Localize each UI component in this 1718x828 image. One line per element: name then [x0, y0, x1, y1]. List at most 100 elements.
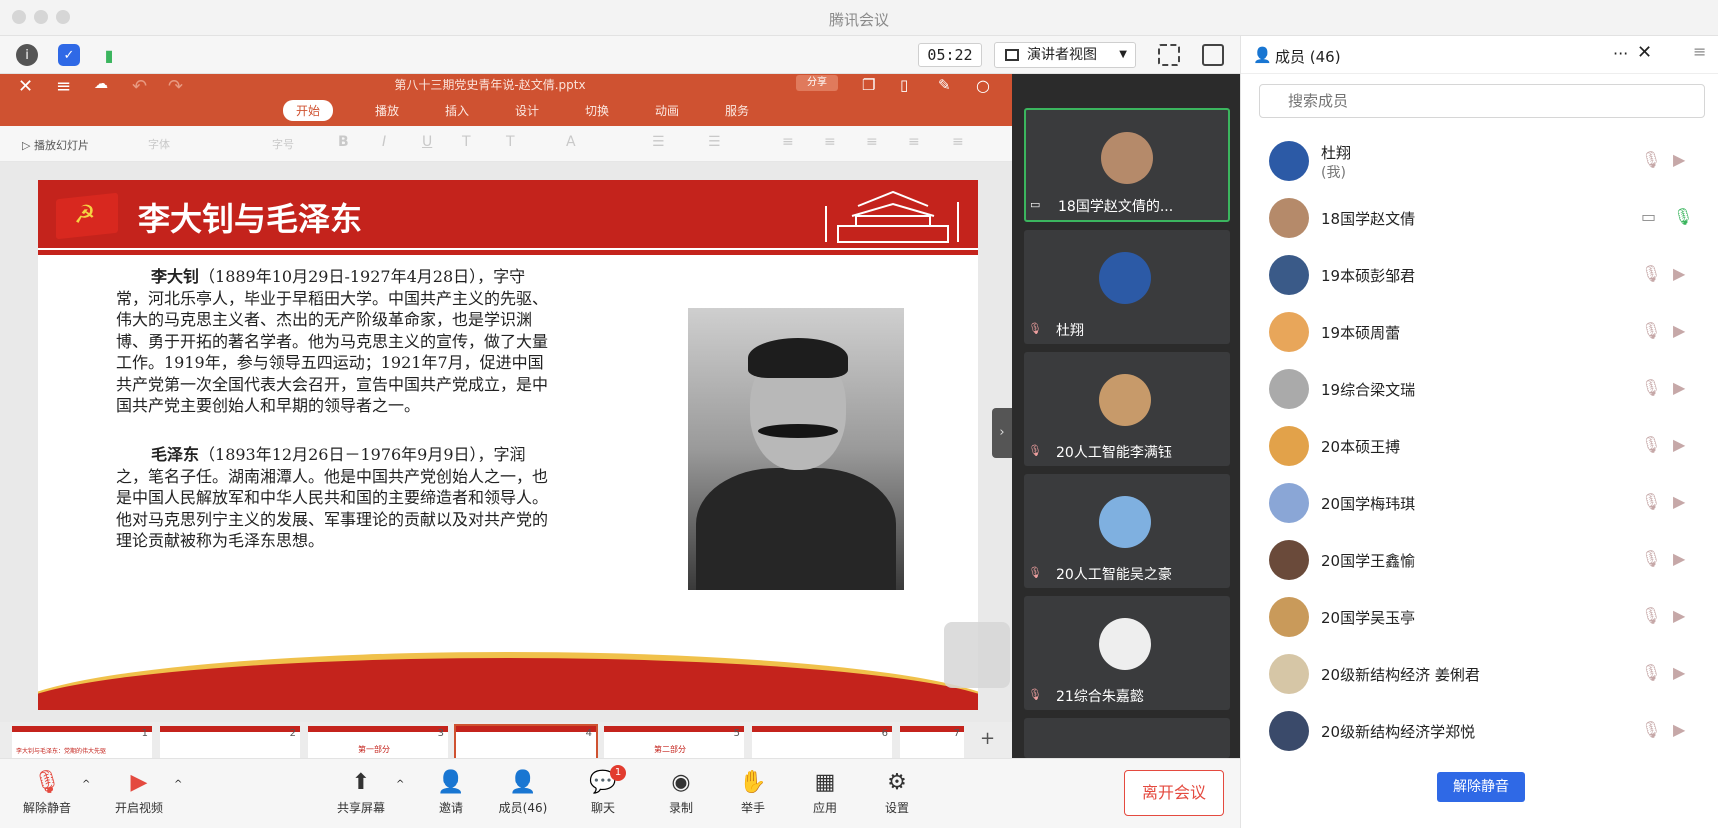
camera-off-icon[interactable]: ▶: [1673, 435, 1685, 454]
tab-transition[interactable]: 切换: [563, 100, 631, 121]
member-row[interactable]: 18国学赵文倩 ▭ 🎙: [1241, 189, 1718, 246]
unmute-all-button[interactable]: 解除静音: [1437, 772, 1525, 802]
mic-muted-icon[interactable]: 🎙: [1641, 720, 1661, 739]
view-mode-dropdown[interactable]: 演讲者视图 ▼: [994, 42, 1136, 68]
record-button[interactable]: ◉ 录制: [646, 769, 716, 816]
mic-on-icon[interactable]: 🎙: [1673, 207, 1693, 226]
play-slideshow-button[interactable]: ▷ 播放幻灯片: [22, 137, 89, 153]
member-row[interactable]: 20国学吴玉亭 🎙 ▶: [1241, 588, 1718, 645]
chevron-up-icon[interactable]: ^: [82, 779, 90, 790]
mic-muted-icon[interactable]: 🎙: [1641, 492, 1661, 511]
chevron-up-icon[interactable]: ^: [174, 779, 182, 790]
member-row[interactable]: 20国学王鑫愉 🎙 ▶: [1241, 531, 1718, 588]
bold-icon[interactable]: B: [338, 134, 349, 150]
slide-thumbnail[interactable]: 6: [752, 726, 892, 758]
video-tile[interactable]: 🎙 21综合朱嘉懿: [1024, 596, 1230, 710]
italic-icon[interactable]: I: [382, 134, 386, 150]
distribute-icon[interactable]: ≡: [952, 134, 964, 150]
tab-play[interactable]: 播放: [353, 100, 421, 121]
signal-icon[interactable]: ▮: [98, 44, 120, 66]
chat-button[interactable]: 💬 1 聊天: [568, 765, 638, 816]
member-row[interactable]: 19本硕彭邹君 🎙 ▶: [1241, 246, 1718, 303]
share-screen-button[interactable]: ⬆ 共享屏幕: [326, 769, 396, 816]
tab-animation[interactable]: 动画: [633, 100, 701, 121]
font-size-field[interactable]: 字号: [272, 136, 294, 152]
align-right-icon[interactable]: ≡: [866, 134, 878, 150]
camera-off-icon[interactable]: ▶: [1673, 492, 1685, 511]
underline-icon[interactable]: U: [422, 134, 432, 150]
mic-muted-icon[interactable]: 🎙: [1641, 435, 1661, 454]
text-style-icon[interactable]: T: [462, 134, 471, 150]
screen-share-icon[interactable]: ▭: [1641, 207, 1656, 226]
tab-start[interactable]: 开始: [283, 100, 333, 121]
mic-muted-icon[interactable]: 🎙: [1641, 549, 1661, 568]
camera-off-icon[interactable]: ▶: [1673, 321, 1685, 340]
slide-thumbnail[interactable]: 2: [160, 726, 300, 758]
slide-thumbnail[interactable]: 7: [900, 726, 964, 758]
member-row[interactable]: 20国学梅玮琪 🎙 ▶: [1241, 474, 1718, 531]
member-row[interactable]: 20级新结构经济学郑悦 🎙 ▶: [1241, 702, 1718, 759]
camera-off-icon[interactable]: ▶: [1673, 606, 1685, 625]
add-slide-icon[interactable]: +: [980, 728, 995, 749]
pen-icon[interactable]: ✎: [938, 76, 951, 94]
invite-button[interactable]: 👤 邀请: [416, 769, 486, 816]
video-tile[interactable]: ▭ 18国学赵文倩的...: [1024, 108, 1230, 222]
bullet-list-icon[interactable]: ☰: [652, 134, 665, 150]
start-video-button[interactable]: ▶ 开启视频: [104, 769, 174, 816]
mic-muted-icon[interactable]: 🎙: [1641, 378, 1661, 397]
mic-muted-icon[interactable]: 🎙: [1641, 150, 1661, 169]
member-row[interactable]: 20级新结构经济 姜俐君 🎙 ▶: [1241, 645, 1718, 702]
chevron-up-icon[interactable]: ^: [396, 779, 404, 790]
floating-assist-button[interactable]: [944, 622, 1010, 688]
members-button[interactable]: 👤 成员(46): [488, 769, 558, 816]
align-left-icon[interactable]: ≡: [782, 134, 794, 150]
slide-thumbnail[interactable]: 1 李大钊与毛泽东：党期的伟大先驱: [12, 726, 152, 758]
menu-icon[interactable]: ≡: [1693, 42, 1706, 61]
raise-hand-button[interactable]: ✋ 举手: [718, 769, 788, 816]
leave-meeting-button[interactable]: 离开会议: [1124, 770, 1224, 816]
slide-thumbnail[interactable]: 5 第二部分: [604, 726, 744, 758]
tab-design[interactable]: 设计: [493, 100, 561, 121]
video-tile[interactable]: 🎙 杜翔: [1024, 230, 1230, 344]
settings-button[interactable]: ⚙ 设置: [862, 769, 932, 816]
video-tile[interactable]: [1024, 718, 1230, 758]
fullscreen-icon[interactable]: [1158, 44, 1180, 66]
info-icon[interactable]: i: [16, 44, 38, 66]
sidebar-toggle-icon[interactable]: [1202, 44, 1224, 66]
book-icon[interactable]: ▯: [900, 76, 908, 94]
text-format-icon[interactable]: T: [506, 134, 515, 150]
more-icon[interactable]: ···: [1613, 44, 1628, 63]
chevron-right-icon[interactable]: ›: [992, 408, 1012, 458]
camera-off-icon[interactable]: ▶: [1673, 150, 1685, 169]
share-button[interactable]: 分享: [796, 75, 838, 91]
video-tile[interactable]: 🎙 20人工智能吴之豪: [1024, 474, 1230, 588]
align-center-icon[interactable]: ≡: [824, 134, 836, 150]
member-row[interactable]: 19综合梁文瑞 🎙 ▶: [1241, 360, 1718, 417]
camera-off-icon[interactable]: ▶: [1673, 264, 1685, 283]
apps-button[interactable]: ▦ 应用: [790, 769, 860, 816]
number-list-icon[interactable]: ☰: [708, 134, 721, 150]
slide-thumbnail-selected[interactable]: 4: [454, 724, 598, 758]
close-icon[interactable]: ✕: [1637, 42, 1652, 63]
unmute-mic-button[interactable]: 🎙 解除静音: [12, 769, 82, 816]
copy-icon[interactable]: ❐: [862, 76, 875, 94]
mic-muted-icon[interactable]: 🎙: [1641, 663, 1661, 682]
member-row[interactable]: 杜翔 (我) 🎙 ▶: [1241, 132, 1718, 189]
camera-off-icon[interactable]: ▶: [1673, 720, 1685, 739]
mic-muted-icon[interactable]: 🎙: [1641, 321, 1661, 340]
justify-icon[interactable]: ≡: [908, 134, 920, 150]
tab-service[interactable]: 服务: [703, 100, 771, 121]
mic-muted-icon[interactable]: 🎙: [1641, 606, 1661, 625]
slide-thumbnail[interactable]: 3 第一部分: [308, 726, 448, 758]
camera-off-icon[interactable]: ▶: [1673, 378, 1685, 397]
tab-insert[interactable]: 插入: [423, 100, 491, 121]
shield-icon[interactable]: ✓: [58, 44, 80, 66]
member-row[interactable]: 19本硕周蕾 🎙 ▶: [1241, 303, 1718, 360]
font-color-icon[interactable]: A: [566, 134, 576, 150]
camera-off-icon[interactable]: ▶: [1673, 663, 1685, 682]
search-icon[interactable]: ○: [976, 76, 990, 95]
mic-muted-icon[interactable]: 🎙: [1641, 264, 1661, 283]
font-family-field[interactable]: 字体: [148, 136, 170, 152]
member-row[interactable]: 20本硕王搏 🎙 ▶: [1241, 417, 1718, 474]
video-tile[interactable]: 🎙 20人工智能李满钰: [1024, 352, 1230, 466]
